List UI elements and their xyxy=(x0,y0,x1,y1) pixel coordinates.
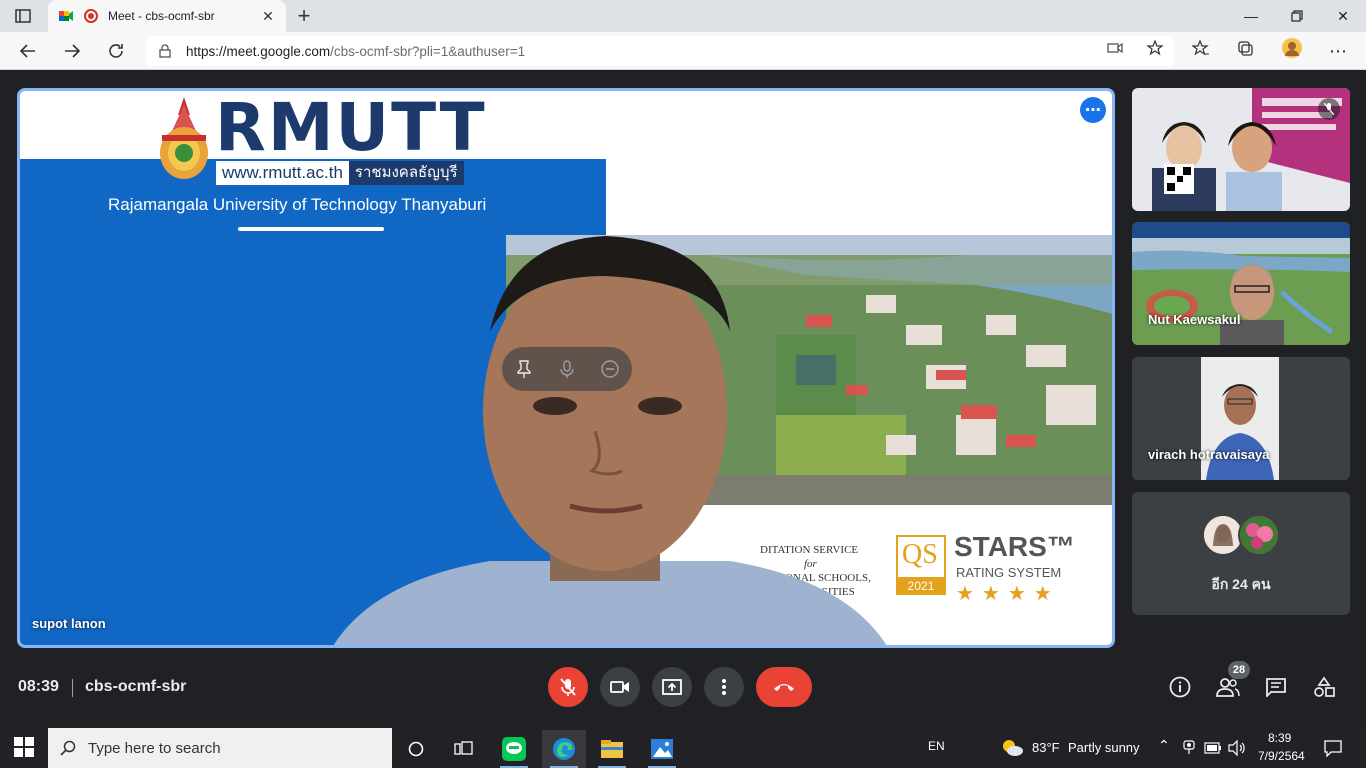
tray-overflow-icon[interactable]: ⌃ xyxy=(1158,737,1170,754)
qs-stars-subtitle: RATING SYSTEM xyxy=(956,565,1062,580)
side-participant-tile[interactable]: virach hotravaisaya xyxy=(1132,357,1350,480)
qs-logo: QS 2021 xyxy=(896,535,946,595)
camera-tray-icon[interactable] xyxy=(1182,740,1196,756)
input-language[interactable]: EN xyxy=(928,739,945,753)
others-tile[interactable]: อีก 24 คน xyxy=(1132,492,1350,615)
leave-call-button[interactable] xyxy=(756,667,812,707)
logo-url-banner: www.rmutt.ac.th ราชมงคลธัญบุรี xyxy=(216,161,464,185)
meet-stage: RMUTT www.rmutt.ac.th ราชมงคลธัญบุรี Raj… xyxy=(0,71,1366,726)
camera-icon xyxy=(610,681,629,693)
browser-tab-strip: Meet - cbs-ocmf-sbr ✕ + — ✕ xyxy=(0,0,1366,32)
favorites-icon[interactable] xyxy=(1192,39,1210,57)
recording-indicator-icon xyxy=(84,9,98,23)
weather-description[interactable]: Partly sunny xyxy=(1068,740,1140,755)
search-placeholder: Type here to search xyxy=(88,739,221,757)
meeting-clock: 08:39 xyxy=(18,678,59,695)
add-favorite-icon[interactable] xyxy=(1146,39,1164,57)
pin-icon[interactable] xyxy=(512,357,536,381)
others-count-label: อีก 24 คน xyxy=(1211,576,1271,592)
qs-star-rating: ★★★★ xyxy=(956,583,1060,605)
battery-icon[interactable] xyxy=(1204,742,1222,754)
muted-icon xyxy=(1318,98,1340,120)
forward-icon[interactable] xyxy=(58,37,86,65)
minimize-icon[interactable]: — xyxy=(1228,0,1274,32)
tab-close-icon[interactable]: ✕ xyxy=(258,6,278,26)
restore-icon[interactable] xyxy=(1274,0,1320,32)
mute-participant-icon[interactable] xyxy=(555,357,579,381)
chat-icon[interactable] xyxy=(1264,675,1288,699)
settings-more-icon[interactable]: ⋯ xyxy=(1324,37,1352,65)
participant-name: Nut Kaewsakul xyxy=(1148,312,1241,327)
present-screen-icon xyxy=(662,679,682,695)
edge-app-icon[interactable] xyxy=(542,730,586,768)
windows-start-icon[interactable] xyxy=(14,737,34,757)
clock-date[interactable]: 7/9/2564 xyxy=(1258,749,1305,763)
profile-avatar-icon[interactable] xyxy=(1282,38,1302,58)
notifications-icon[interactable] xyxy=(1324,739,1342,757)
logo-wordmark: RMUTT xyxy=(215,89,487,166)
more-options-button[interactable] xyxy=(704,667,744,707)
meeting-details-icon[interactable] xyxy=(1168,675,1192,699)
present-screen-button[interactable] xyxy=(652,667,692,707)
others-avatars xyxy=(1202,514,1280,556)
side-participant-tile[interactable]: Nut Kaewsakul xyxy=(1132,222,1350,345)
activities-icon[interactable] xyxy=(1312,675,1336,699)
microphone-off-button[interactable] xyxy=(548,667,588,707)
camera-in-use-icon[interactable] xyxy=(1106,39,1124,57)
qs-stars-title: STARS™ xyxy=(954,531,1075,562)
main-participant-tile[interactable]: RMUTT www.rmutt.ac.th ราชมงคลธัญบุรี Raj… xyxy=(17,88,1115,648)
browser-tab-active[interactable]: Meet - cbs-ocmf-sbr ✕ xyxy=(48,0,286,32)
tile-more-options-icon[interactable]: ⋯ xyxy=(1080,97,1106,123)
divider xyxy=(72,679,73,697)
refresh-icon[interactable] xyxy=(102,37,130,65)
google-meet-favicon-icon xyxy=(59,11,73,21)
participant-count-badge: 28 xyxy=(1228,661,1250,679)
file-explorer-icon[interactable] xyxy=(590,730,634,768)
tile-hover-controls xyxy=(502,347,632,391)
taskbar-search-box[interactable]: Type here to search xyxy=(48,728,392,768)
photos-app-icon[interactable] xyxy=(640,730,684,768)
side-participant-tile[interactable] xyxy=(1132,88,1350,211)
back-icon[interactable] xyxy=(14,37,42,65)
participant-name: virach hotravaisaya xyxy=(1148,447,1270,462)
browser-toolbar: https://meet.google.com/cbs-ocmf-sbr?pli… xyxy=(0,32,1366,70)
university-emblem-icon xyxy=(160,97,208,179)
more-vert-icon xyxy=(722,679,726,695)
avatar xyxy=(1238,514,1280,556)
cortana-icon[interactable] xyxy=(394,730,438,768)
window-close-icon[interactable]: ✕ xyxy=(1320,0,1366,32)
presenter-video xyxy=(333,236,887,645)
address-bar[interactable]: https://meet.google.com/cbs-ocmf-sbr?pli… xyxy=(146,36,1174,66)
tab-actions-icon[interactable] xyxy=(8,4,38,28)
tab-title: Meet - cbs-ocmf-sbr xyxy=(108,9,215,23)
windows-taskbar: Type here to search EN 83°F Partly sunny… xyxy=(0,727,1366,768)
search-icon xyxy=(60,740,76,756)
meeting-code: cbs-ocmf-sbr xyxy=(85,678,187,695)
camera-button[interactable] xyxy=(600,667,640,707)
university-name: Rajamangala University of Technology Tha… xyxy=(108,195,487,214)
partly-sunny-icon[interactable] xyxy=(1000,737,1024,757)
new-tab-icon[interactable]: + xyxy=(292,3,316,28)
line-app-icon[interactable] xyxy=(492,730,536,768)
url-text: https://meet.google.com/cbs-ocmf-sbr?pli… xyxy=(186,43,526,59)
weather-temp[interactable]: 83°F xyxy=(1032,740,1060,755)
clock-time[interactable]: 8:39 xyxy=(1268,731,1291,745)
task-view-icon[interactable] xyxy=(442,730,486,768)
lock-icon[interactable] xyxy=(158,44,172,58)
mic-off-icon xyxy=(560,678,576,696)
volume-icon[interactable] xyxy=(1228,740,1246,756)
remove-participant-icon[interactable] xyxy=(598,357,622,381)
collections-icon[interactable] xyxy=(1236,39,1254,57)
participant-name-main: supot lanon xyxy=(32,616,106,631)
hangup-icon xyxy=(774,684,794,691)
